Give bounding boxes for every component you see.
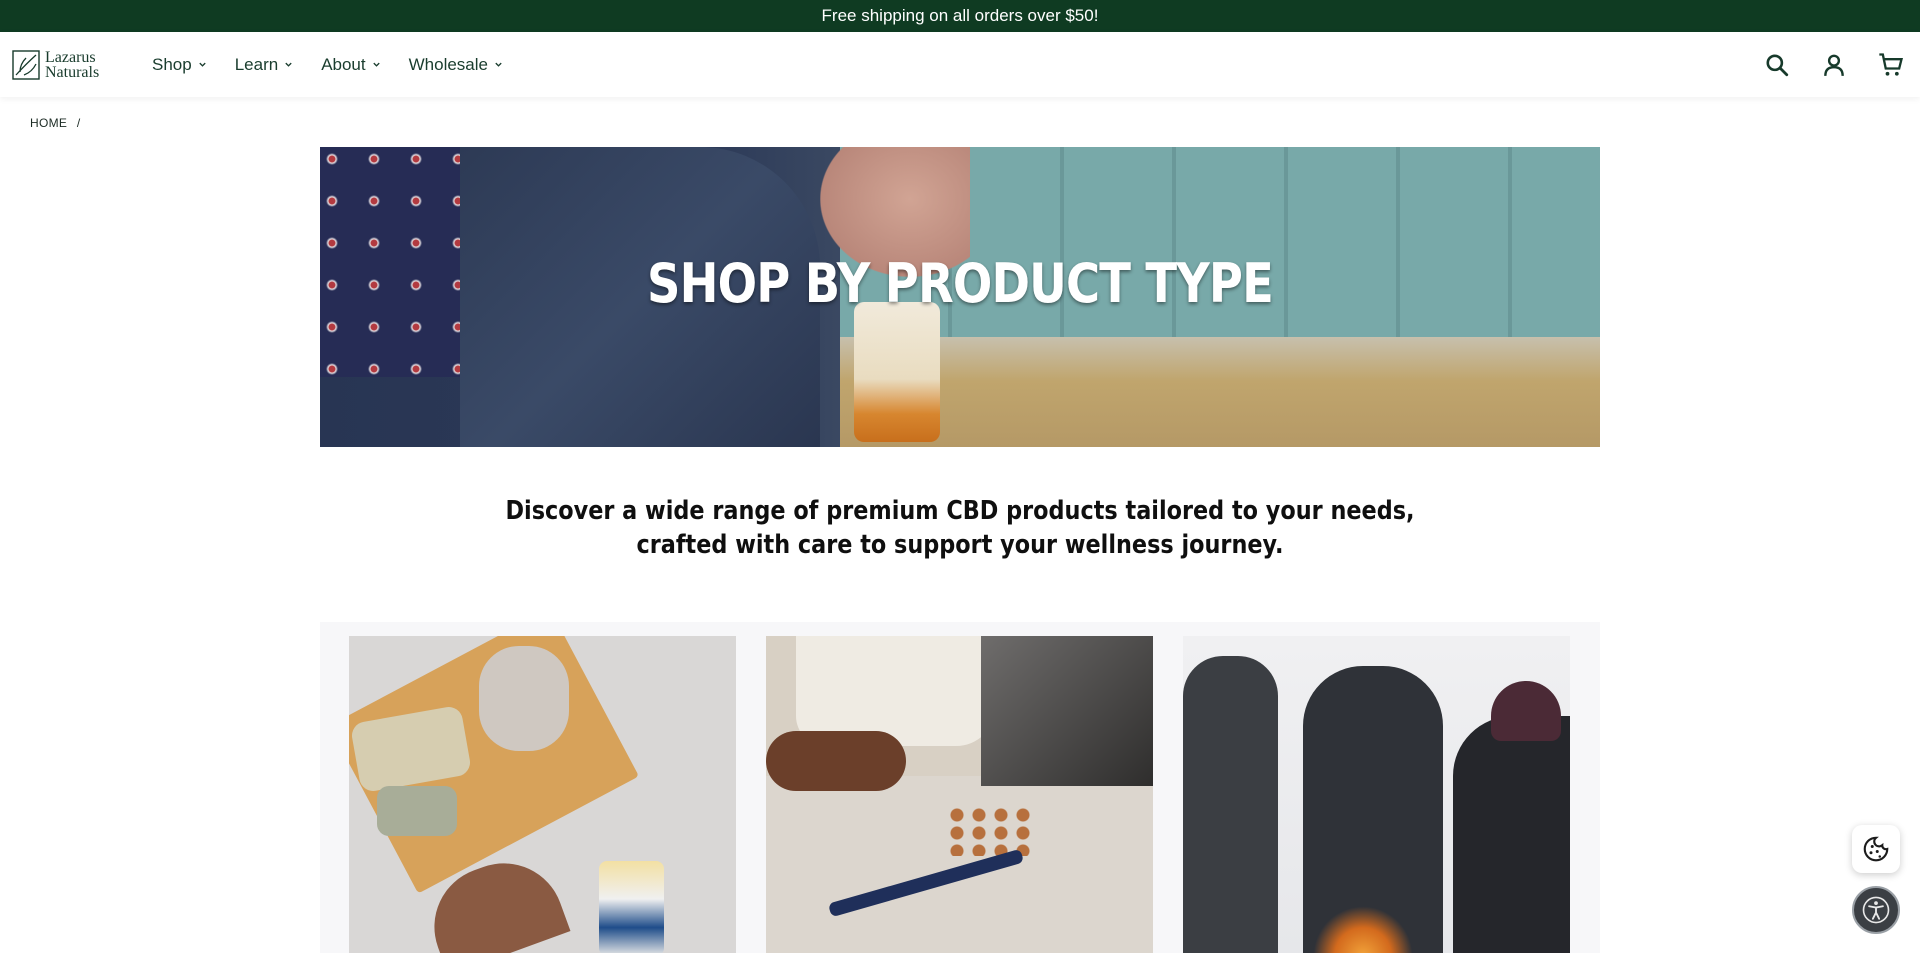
search-button[interactable] <box>1761 49 1792 80</box>
hero-banner: SHOP BY PRODUCT TYPE <box>320 147 1600 447</box>
site-logo[interactable]: Lazarus Naturals <box>12 47 122 83</box>
main-nav: Shop Learn About Wholesale <box>138 45 517 85</box>
breadcrumb-separator: / <box>76 116 81 130</box>
account-button[interactable] <box>1818 49 1849 80</box>
product-type-card-bath[interactable] <box>349 636 736 953</box>
card-image-towel <box>796 636 996 746</box>
cart-button[interactable] <box>1875 49 1906 80</box>
hero-floor <box>840 337 1600 447</box>
card-image-campfire <box>1313 906 1413 953</box>
product-type-grid <box>320 622 1600 953</box>
nav-wholesale[interactable]: Wholesale <box>395 45 517 85</box>
breadcrumb: HOME / <box>30 116 80 130</box>
nav-learn-label: Learn <box>234 54 279 74</box>
nav-about-label: About <box>321 54 366 74</box>
card-image-board <box>766 731 906 791</box>
intro-line1: Discover a wide range of premium CBD pro… <box>505 496 1415 526</box>
cookie-icon <box>1863 836 1889 862</box>
search-icon <box>1765 53 1788 76</box>
card-image-person-1 <box>1183 656 1278 953</box>
accessibility-icon <box>1862 896 1890 924</box>
chevron-down-icon <box>199 62 206 67</box>
chevron-down-icon <box>495 62 502 67</box>
intro-line2: crafted with care to support your wellne… <box>636 530 1284 560</box>
nav-wholesale-label: Wholesale <box>408 54 488 74</box>
card-image-jar <box>479 646 569 751</box>
nav-shop-label: Shop <box>152 54 192 74</box>
hero-title: SHOP BY PRODUCT TYPE <box>647 252 1274 315</box>
nav-about[interactable]: About <box>307 45 394 85</box>
breadcrumb-home[interactable]: HOME <box>30 116 67 130</box>
chevron-down-icon <box>372 62 380 67</box>
card-image-person-3 <box>1453 716 1570 953</box>
leaf-logo-icon <box>12 49 40 80</box>
card-image-stove <box>981 636 1153 786</box>
logo-line2: Naturals <box>45 63 100 81</box>
cart-icon <box>1878 52 1903 76</box>
accessibility-button[interactable] <box>1852 886 1900 934</box>
card-image-counter <box>766 776 1153 953</box>
product-type-card-outdoor[interactable] <box>1183 636 1570 953</box>
announcement-text: Free shipping on all orders over $50! <box>821 6 1099 25</box>
account-icon <box>1823 54 1844 76</box>
site-header: Lazarus Naturals Shop Learn About Wholes… <box>0 32 1920 97</box>
chevron-down-icon <box>285 62 292 67</box>
logo-line1: Lazarus <box>45 48 96 66</box>
hero-bottle <box>854 302 940 442</box>
intro-text: Discover a wide range of premium CBD pro… <box>134 494 1785 562</box>
announcement-bar: Free shipping on all orders over $50! <box>0 0 1920 32</box>
nav-shop[interactable]: Shop <box>138 45 221 85</box>
nav-learn[interactable]: Learn <box>221 45 307 85</box>
header-actions <box>1761 49 1906 80</box>
cookie-settings-button[interactable] <box>1852 825 1900 873</box>
card-image-bottle <box>599 861 664 953</box>
card-image-soap-2 <box>377 786 457 836</box>
product-type-card-kitchen[interactable] <box>766 636 1153 953</box>
card-image-walnuts <box>946 806 1036 856</box>
